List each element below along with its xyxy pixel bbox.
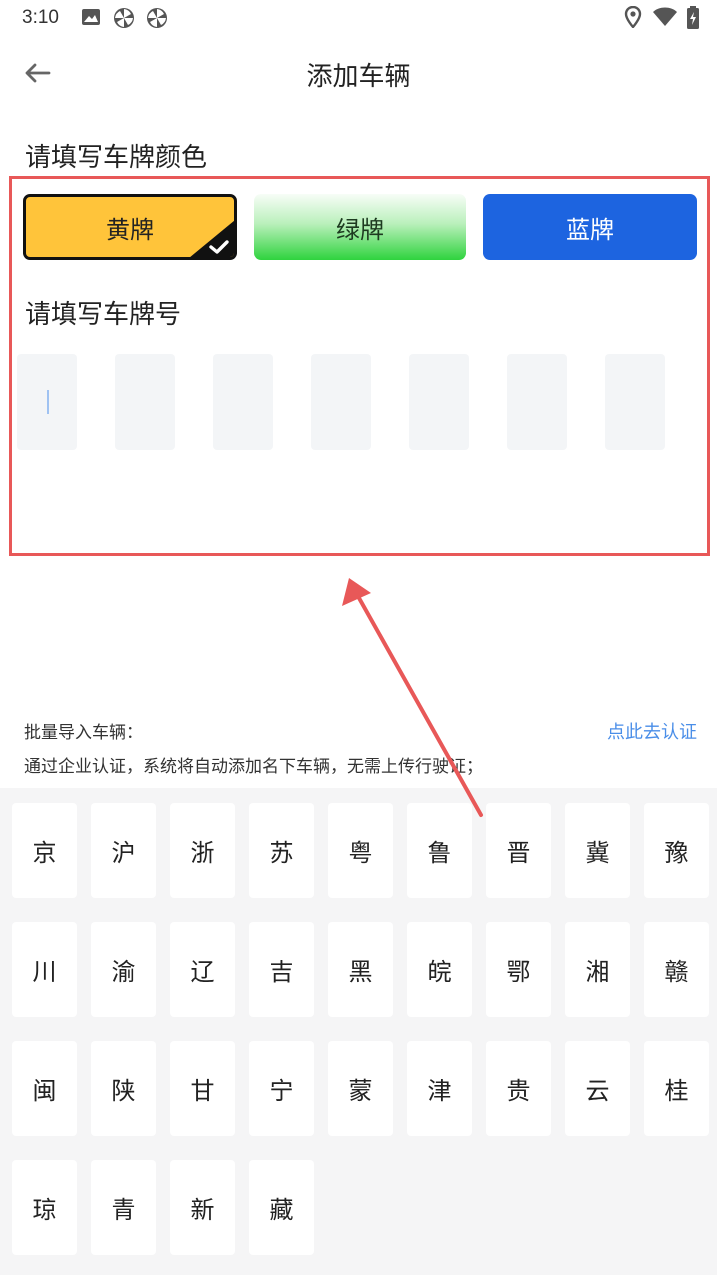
plate-green-button[interactable]: 绿牌 (254, 194, 466, 260)
plate-char-field-2[interactable] (115, 354, 175, 450)
key-liao[interactable]: 辽 (170, 922, 235, 1017)
key-ji[interactable]: 冀 (565, 803, 630, 898)
status-time: 3:10 (22, 7, 59, 28)
wifi-icon (652, 6, 678, 32)
pinwheel-icon (145, 6, 169, 34)
key-chuan[interactable]: 川 (12, 922, 77, 1017)
plate-char-field-6[interactable] (507, 354, 567, 450)
battery-icon (686, 6, 700, 34)
key-yu[interactable]: 豫 (644, 803, 709, 898)
plate-blue-label: 蓝牌 (566, 215, 614, 244)
key-yu2[interactable]: 渝 (91, 922, 156, 1017)
key-jing[interactable]: 京 (12, 803, 77, 898)
plate-blue-button[interactable]: 蓝牌 (483, 194, 697, 260)
key-jin[interactable]: 晋 (486, 803, 551, 898)
plate-char-field-7[interactable] (605, 354, 665, 450)
key-jin2[interactable]: 津 (407, 1041, 472, 1136)
key-qing[interactable]: 青 (91, 1160, 156, 1255)
location-icon (624, 5, 642, 32)
key-hei[interactable]: 黑 (328, 922, 393, 1017)
key-min[interactable]: 闽 (12, 1041, 77, 1136)
page-title: 添加车辆 (306, 62, 411, 92)
key-xiang[interactable]: 湘 (565, 922, 630, 1017)
province-keyboard: 京 沪 浙 苏 粤 鲁 晋 冀 豫 川 渝 辽 吉 黑 皖 鄂 湘 赣 闽 陕 … (0, 788, 717, 1275)
key-yue[interactable]: 粤 (328, 803, 393, 898)
key-ji2[interactable]: 吉 (249, 922, 314, 1017)
key-ning[interactable]: 宁 (249, 1041, 314, 1136)
plate-color-title: 请填写车牌颜色 (25, 143, 208, 173)
plate-char-field-4[interactable] (311, 354, 371, 450)
key-xin[interactable]: 新 (170, 1160, 235, 1255)
plate-green-label: 绿牌 (336, 215, 384, 244)
key-wan[interactable]: 皖 (407, 922, 472, 1017)
plate-char-field-5[interactable] (409, 354, 469, 450)
plate-yellow-button[interactable]: 黄牌 (23, 194, 237, 260)
key-e[interactable]: 鄂 (486, 922, 551, 1017)
batch-import-label: 批量导入车辆： (24, 723, 143, 743)
plate-number-title: 请填写车牌号 (25, 300, 182, 330)
key-su[interactable]: 苏 (249, 803, 314, 898)
key-shan[interactable]: 陕 (91, 1041, 156, 1136)
key-yun[interactable]: 云 (565, 1041, 630, 1136)
pinwheel-icon (112, 6, 136, 34)
key-zhe[interactable]: 浙 (170, 803, 235, 898)
key-gan[interactable]: 赣 (644, 922, 709, 1017)
plate-yellow-label: 黄牌 (106, 215, 154, 244)
auth-link[interactable]: 点此去认证 (607, 718, 697, 744)
plate-char-field-3[interactable] (213, 354, 273, 450)
key-zang[interactable]: 藏 (249, 1160, 314, 1255)
key-gui2[interactable]: 桂 (644, 1041, 709, 1136)
key-qiong[interactable]: 琼 (12, 1160, 77, 1255)
key-meng[interactable]: 蒙 (328, 1041, 393, 1136)
status-bar: 3:10 (0, 0, 717, 36)
key-gan2[interactable]: 甘 (170, 1041, 235, 1136)
image-icon (80, 6, 102, 32)
batch-import-description: 通过企业认证，系统将自动添加名下车辆，无需上传行驶证； (24, 757, 483, 777)
key-lu[interactable]: 鲁 (407, 803, 472, 898)
key-hu[interactable]: 沪 (91, 803, 156, 898)
key-gui[interactable]: 贵 (486, 1041, 551, 1136)
header-bar: 添加车辆 (0, 36, 717, 110)
text-cursor (47, 390, 49, 414)
check-icon (190, 220, 234, 257)
